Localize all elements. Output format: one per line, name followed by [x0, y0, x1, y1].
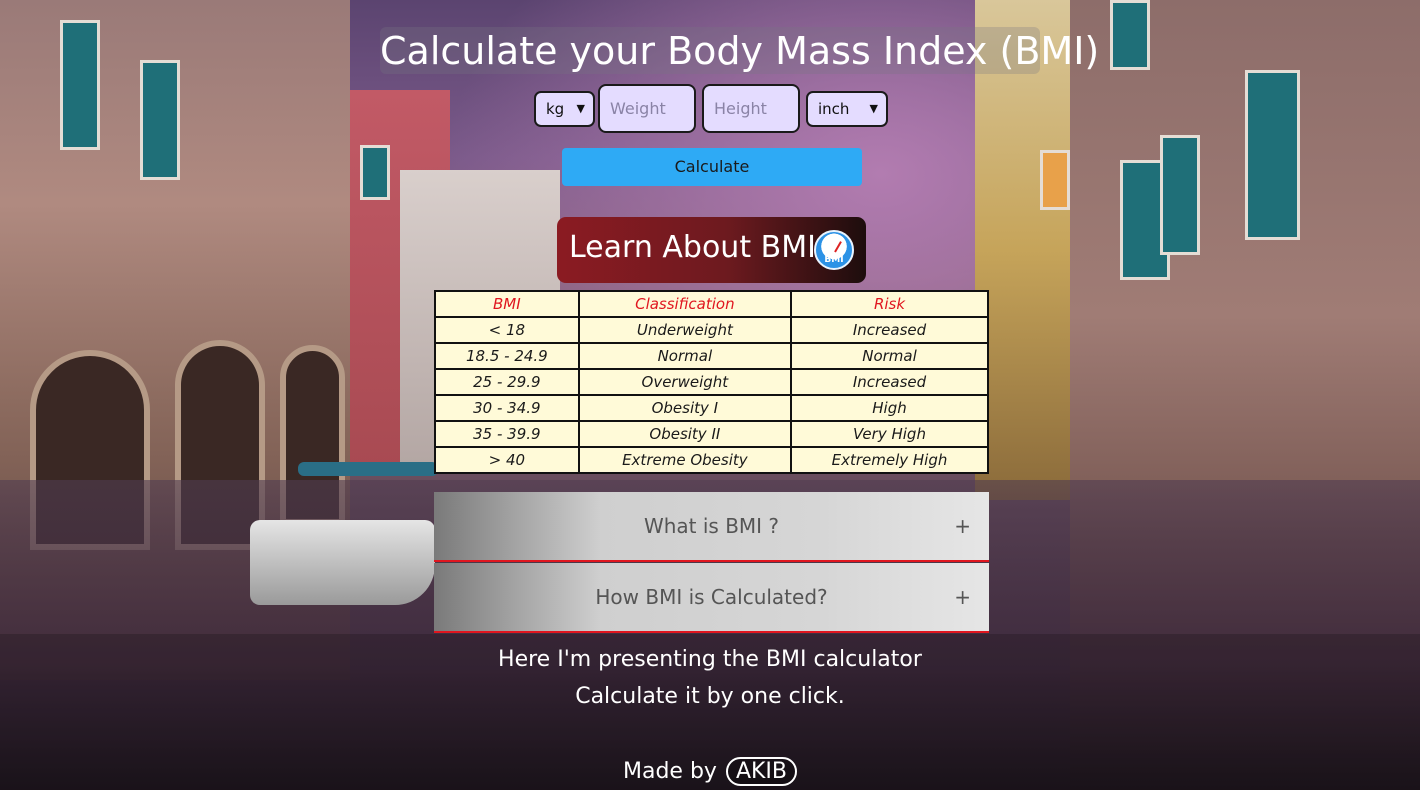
height-input[interactable]: Height	[702, 84, 800, 133]
plus-icon[interactable]: +	[954, 585, 971, 609]
weight-unit-select[interactable]: kg ▼	[534, 91, 595, 127]
table-header-cell: BMI	[434, 290, 580, 318]
table-cell: > 40	[434, 446, 580, 474]
table-header-cell: Risk	[790, 290, 989, 318]
table-cell: < 18	[434, 316, 580, 344]
table-cell: Obesity I	[577, 394, 793, 422]
table-cell: High	[790, 394, 989, 422]
accordion-what-is-bmi[interactable]: What is BMI ? +	[434, 492, 989, 562]
author-link[interactable]: AKIB	[725, 757, 797, 786]
table-cell: 30 - 34.9	[434, 394, 580, 422]
table-row: 25 - 29.9 Overweight Increased	[434, 368, 989, 396]
height-unit-value: inch	[818, 100, 850, 118]
height-unit-select[interactable]: inch ▼	[806, 91, 888, 127]
table-row: 18.5 - 24.9 Normal Normal	[434, 342, 989, 370]
gauge-label: BMI	[824, 255, 844, 265]
title-banner: Calculate your Body Mass Index (BMI)	[380, 27, 1100, 74]
table-row: < 18 Underweight Increased	[434, 316, 989, 344]
table-cell: Very High	[790, 420, 989, 448]
table-cell: Normal	[577, 342, 793, 370]
learn-about-bmi-label: Learn About BMI	[569, 230, 816, 265]
table-header-cell: Classification	[577, 290, 793, 318]
footer-line-1: Here I'm presenting the BMI calculator	[498, 647, 922, 672]
table-row: > 40 Extreme Obesity Extremely High	[434, 446, 989, 474]
table-cell: 18.5 - 24.9	[434, 342, 580, 370]
footer-line-2: Calculate it by one click.	[575, 684, 845, 709]
learn-about-bmi-button[interactable]: Learn About BMI BMI	[557, 217, 866, 283]
table-cell: Obesity II	[577, 420, 793, 448]
page-title: Calculate your Body Mass Index (BMI)	[380, 29, 1100, 73]
weight-unit-value: kg	[546, 100, 565, 118]
table-header-row: BMI Classification Risk	[434, 290, 989, 318]
table-cell: Overweight	[577, 368, 793, 396]
bmi-table: BMI Classification Risk < 18 Underweight…	[434, 290, 989, 474]
accordion-how-bmi-calculated[interactable]: How BMI is Calculated? +	[434, 563, 989, 633]
calculate-button[interactable]: Calculate	[562, 148, 862, 186]
table-cell: Increased	[790, 316, 989, 344]
made-by: Made by AKIB	[0, 757, 1420, 786]
chevron-down-icon: ▼	[869, 102, 878, 115]
gauge-needle	[834, 241, 842, 253]
table-cell: Underweight	[577, 316, 793, 344]
accordion-label: How BMI is Calculated?	[595, 585, 828, 609]
plus-icon[interactable]: +	[954, 514, 971, 538]
table-cell: Increased	[790, 368, 989, 396]
table-cell: 25 - 29.9	[434, 368, 580, 396]
chevron-down-icon: ▼	[576, 102, 585, 115]
bmi-gauge-icon: BMI	[814, 230, 854, 270]
table-cell: Normal	[790, 342, 989, 370]
table-cell: Extreme Obesity	[577, 446, 793, 474]
accordion-label: What is BMI ?	[643, 514, 780, 538]
made-by-label: Made by	[622, 759, 717, 784]
table-cell: 35 - 39.9	[434, 420, 580, 448]
weight-input[interactable]: Weight	[598, 84, 696, 133]
table-row: 30 - 34.9 Obesity I High	[434, 394, 989, 422]
table-cell: Extremely High	[790, 446, 989, 474]
table-row: 35 - 39.9 Obesity II Very High	[434, 420, 989, 448]
